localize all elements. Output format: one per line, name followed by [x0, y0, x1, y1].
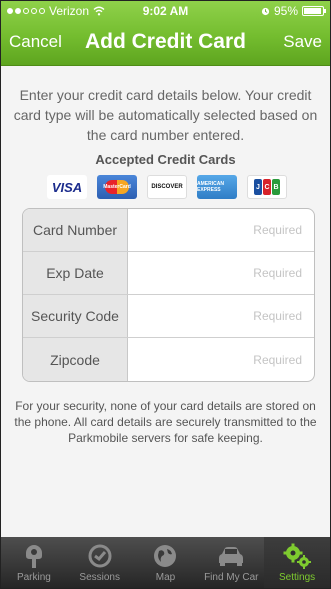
- discover-card-icon: DISCOVER: [147, 175, 187, 199]
- clock-check-icon: [85, 543, 115, 569]
- mastercard-card-icon: MasterCard: [97, 175, 137, 199]
- intro-text: Enter your credit card details below. Yo…: [13, 87, 318, 143]
- tab-parking[interactable]: Parking: [1, 537, 67, 588]
- tab-find-my-car[interactable]: Find My Car: [198, 537, 264, 588]
- tab-bar: Parking Sessions Map Find My Car Setting…: [1, 537, 330, 588]
- tab-label: Sessions: [79, 572, 120, 583]
- save-button[interactable]: Save: [283, 32, 322, 52]
- gears-icon: [282, 543, 312, 569]
- jcb-card-icon: JCB: [247, 175, 287, 199]
- card-number-row: Card Number: [23, 209, 314, 252]
- security-note: For your security, none of your card det…: [14, 399, 317, 445]
- battery-icon: [302, 6, 326, 16]
- tab-settings[interactable]: Settings: [264, 537, 330, 588]
- globe-icon: [150, 543, 180, 569]
- amex-card-icon: AMERICAN EXPRESS: [197, 175, 237, 199]
- credit-card-form: Card Number Exp Date Security Code Zipco…: [22, 208, 315, 382]
- nav-bar: Cancel Add Credit Card Save: [1, 21, 330, 65]
- security-code-input[interactable]: [129, 295, 310, 337]
- accepted-cards-list: VISA MasterCard DISCOVER AMERICAN EXPRES…: [47, 175, 287, 199]
- tab-label: Parking: [16, 572, 51, 583]
- zipcode-input[interactable]: [129, 338, 310, 381]
- tab-label: Find My Car: [204, 572, 259, 583]
- screen: Verizon 9:02 AM 95% Cancel Add Credit Ca…: [0, 0, 331, 589]
- tab-label: Map: [155, 572, 176, 583]
- zipcode-row: Zipcode: [23, 338, 314, 381]
- exp-date-label: Exp Date: [23, 252, 128, 294]
- parking-meter-icon: [19, 543, 49, 569]
- security-code-label: Security Code: [23, 295, 128, 337]
- page-title: Add Credit Card: [84, 30, 246, 53]
- car-icon: [216, 543, 246, 569]
- alarm-icon: [261, 7, 270, 15]
- header: Verizon 9:02 AM 95% Cancel Add Credit Ca…: [1, 1, 330, 66]
- card-number-label: Card Number: [23, 209, 128, 251]
- status-right: 95%: [261, 4, 326, 18]
- exp-date-row: Exp Date: [23, 252, 314, 295]
- card-number-input[interactable]: [129, 209, 310, 251]
- tab-sessions[interactable]: Sessions: [67, 537, 133, 588]
- tab-map[interactable]: Map: [133, 537, 199, 588]
- tab-label: Settings: [279, 572, 316, 583]
- battery-percent: 95%: [273, 4, 298, 18]
- status-bar: Verizon 9:02 AM 95%: [1, 1, 330, 21]
- accepted-cards-title: Accepted Credit Cards: [95, 152, 236, 167]
- zipcode-label: Zipcode: [23, 338, 128, 381]
- security-code-row: Security Code: [23, 295, 314, 338]
- visa-card-icon: VISA: [47, 175, 87, 199]
- exp-date-input[interactable]: [129, 252, 310, 294]
